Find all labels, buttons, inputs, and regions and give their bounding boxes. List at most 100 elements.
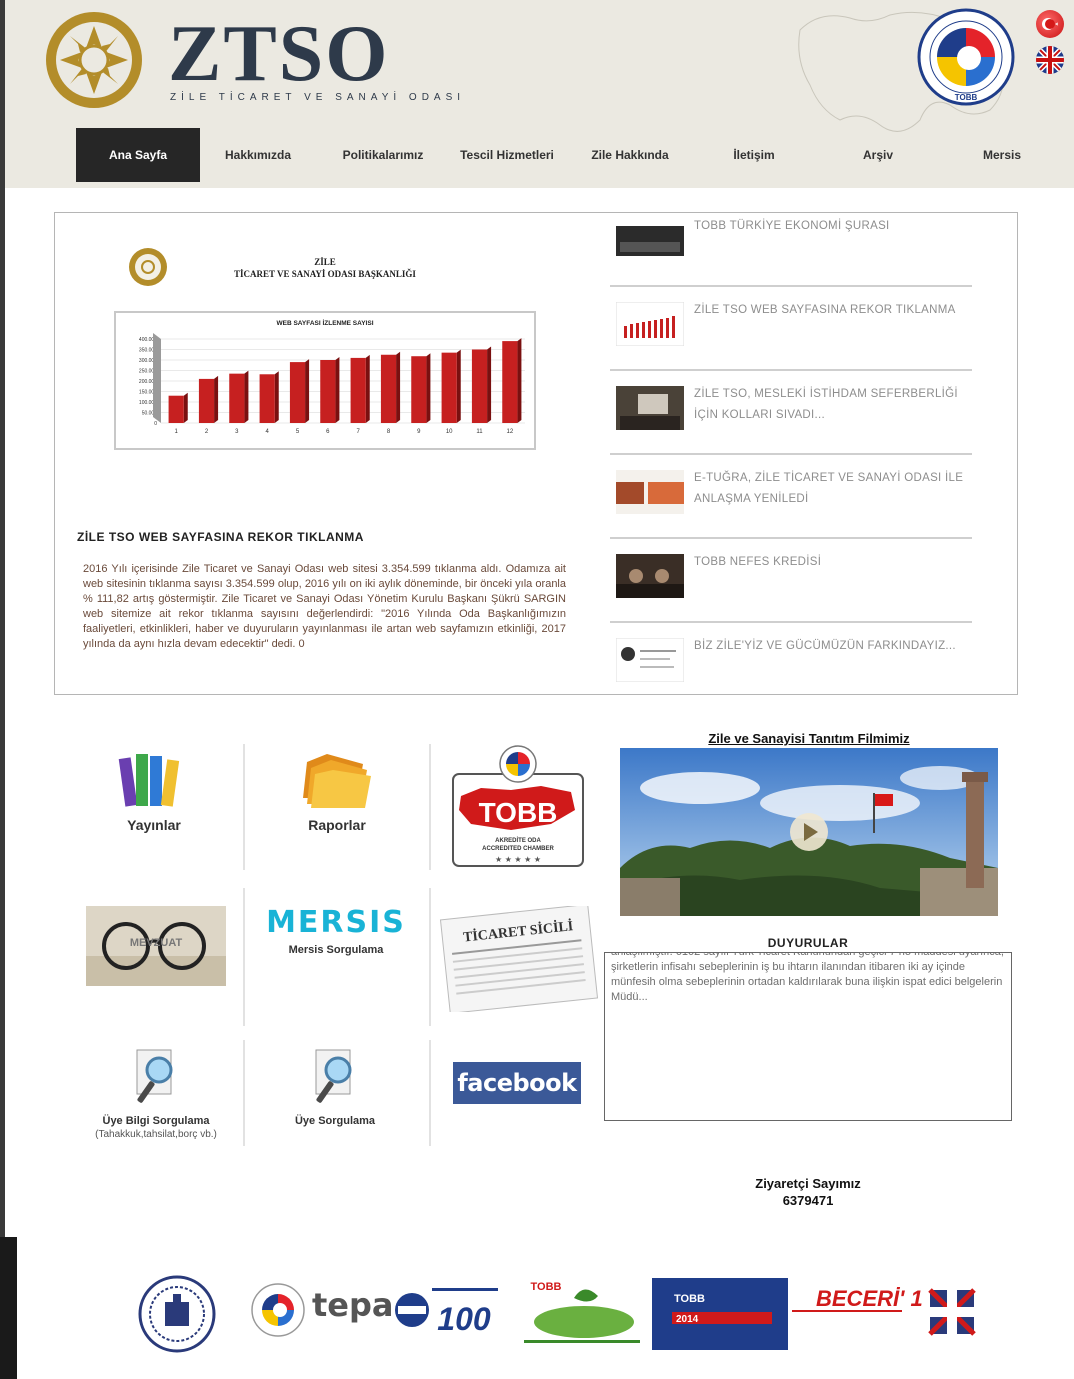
news-divider <box>610 369 972 371</box>
nav-item-zile-hakkinda[interactable]: Zile Hakkında <box>578 128 682 182</box>
chart-bar-side <box>183 392 188 423</box>
books-icon <box>118 754 180 807</box>
uye-sorgulama-label: Üye Sorgulama <box>294 1115 376 1127</box>
chart-bar <box>441 352 457 423</box>
nav-item-tescil-hizmetleri[interactable]: Tescil Hizmetleri <box>446 128 568 182</box>
news-divider <box>610 621 972 623</box>
chart-bar-side <box>517 338 522 423</box>
tile-separator <box>243 1040 245 1146</box>
tobb-tile-sub2: ACCREDITED CHAMBER <box>482 846 554 852</box>
facebook-button[interactable]: facebook <box>453 1062 581 1104</box>
mersis-sorgulama-tile[interactable]: MERSIS Mersis Sorgulama <box>248 905 424 957</box>
chart-bar-side <box>244 370 249 423</box>
document-search-icon <box>136 1049 173 1103</box>
nav-item-mersis[interactable]: Mersis <box>962 128 1042 182</box>
news-list-item[interactable]: E-TUĞRA, ZİLE TİCARET VE SANAYİ ODASI İL… <box>610 464 972 542</box>
ztso-logo-subtitle: ZİLE TİCARET VE SANAYİ ODASI <box>170 92 466 103</box>
nav-item-hakkimizda[interactable]: Hakkımızda <box>208 128 308 182</box>
partner-logo-tobb-green[interactable]: TOBB <box>514 1278 650 1352</box>
nav-item-politikalarimiz[interactable]: Politikalarımız <box>330 128 436 182</box>
news-list-item[interactable]: TOBB NEFES KREDİSİ <box>610 548 972 626</box>
news-thumbnail <box>616 386 684 430</box>
uye-bilgi-sorgulama-tile[interactable]: Üye Bilgi Sorgulama (Tahakkuk,tahsilat,b… <box>76 1046 236 1140</box>
partner-logo-beceri[interactable]: BECERİ' 1 <box>790 1280 980 1340</box>
mersis-logo: MERSIS <box>266 905 406 940</box>
feature-heading-line1: ZİLE <box>314 257 336 267</box>
tile-separator <box>429 744 431 870</box>
news-list-item[interactable]: ZİLE TSO WEB SAYFASINA REKOR TIKLANMA <box>610 296 972 374</box>
chart-x-tick-label: 10 <box>446 429 453 435</box>
chart-title: WEB SAYFASI İZLENME SAYISI <box>276 319 373 327</box>
tile-separator <box>243 888 245 1026</box>
chart-bar <box>411 356 427 423</box>
feature-news-image[interactable]: ZİLE TİCARET VE SANAYİ ODASI BAŞKANLIĞI … <box>105 235 565 465</box>
ticaret-sicili-gazetesi-tile[interactable]: TİCARET SİCİLİ <box>437 906 599 1012</box>
tile-separator <box>429 1040 431 1146</box>
tobb-tile-sub: AKREDİTE ODA <box>495 837 541 844</box>
english-flag-icon[interactable] <box>1036 46 1064 74</box>
tobb-accredited-chamber-logo[interactable]: TOBB AKREDİTE ODA ACCREDITED CHAMBER ★ ★… <box>451 744 585 870</box>
news-thumbnail <box>616 554 684 598</box>
tile-separator <box>429 888 431 1026</box>
chart-x-tick-label: 12 <box>506 429 513 435</box>
news-list-item[interactable]: BİZ ZİLE'YİZ VE GÜCÜMÜZÜN FARKINDAYIZ... <box>610 632 972 710</box>
news-thumbnail <box>616 218 684 262</box>
mevzuat-tile[interactable]: MEVZUAT <box>86 906 226 986</box>
mersis-label: Mersis Sorgulama <box>288 944 384 956</box>
footer-left-band <box>0 1237 17 1379</box>
folders-icon <box>303 754 371 808</box>
chart-y-tick-label: 0 <box>154 421 157 427</box>
chart-bar <box>168 395 184 423</box>
news-title: TOBB NEFES KREDİSİ <box>694 556 822 568</box>
chart-bar-side <box>487 346 492 423</box>
chart-bar-side <box>274 371 279 423</box>
news-title: ZİLE TSO WEB SAYFASINA REKOR TIKLANMA <box>694 304 956 316</box>
raporlar-label: Raporlar <box>308 817 366 833</box>
chart-bar <box>289 362 306 423</box>
chart-bar-side <box>214 375 219 423</box>
news-title: TOBB TÜRKİYE EKONOMİ ŞURASI <box>694 220 890 232</box>
news-thumbnail <box>616 302 684 346</box>
chart-bar-side <box>426 353 431 423</box>
tobb-seal-logo[interactable]: TOBB <box>917 8 1015 106</box>
uye-sorgulama-tile[interactable]: Üye Sorgulama <box>266 1046 404 1127</box>
feature-news-title[interactable]: ZİLE TSO WEB SAYFASINA REKOR TIKLANMA <box>77 530 364 544</box>
nav-item-ana-sayfa[interactable]: Ana Sayfa <box>76 128 200 182</box>
chart-bar <box>350 357 366 423</box>
news-list-item[interactable]: TOBB TÜRKİYE EKONOMİ ŞURASI <box>610 212 972 290</box>
partner-logo-tobb-100[interactable]: 100 <box>392 1282 502 1338</box>
tile-separator <box>243 744 245 870</box>
visitor-label: Ziyaretçi Sayımız <box>755 1176 861 1191</box>
yayinlar-tile[interactable]: Yayınlar <box>88 748 220 833</box>
chart-bar-side <box>396 351 401 423</box>
partner-logo-tobb-2014[interactable]: TOBB 2014 <box>652 1278 788 1350</box>
announcement-text[interactable]: anlaşılmıştır. 6102 sayılı Türk Ticaret … <box>605 953 1011 1005</box>
chart-bar-side <box>335 357 340 423</box>
promo-video-player[interactable] <box>620 748 998 916</box>
ztso-emblem-logo[interactable] <box>42 8 146 112</box>
mevzuat-label: MEVZUAT <box>130 937 183 949</box>
turkish-flag-icon[interactable] <box>1036 10 1064 38</box>
partner-logo-tobb[interactable] <box>250 1282 306 1338</box>
chart-bar-side <box>456 349 461 423</box>
visitor-counter: Ziyaretçi Sayımız 6379471 <box>720 1175 896 1209</box>
partner-logo-municipality[interactable] <box>135 1274 219 1354</box>
chart-bar <box>502 341 518 423</box>
chart-x-tick-label: 11 <box>476 429 483 435</box>
partner-logo-100-text: 100 <box>437 1301 491 1337</box>
news-list-item[interactable]: ZİLE TSO, MESLEKİ İSTİHDAM SEFERBERLİĞİ … <box>610 380 972 458</box>
main-navigation: Ana Sayfa Hakkımızda Politikalarımız Tes… <box>0 128 1074 182</box>
tobb-tile-label: TOBB <box>479 797 558 828</box>
chart-axis-wall <box>153 333 161 423</box>
news-divider <box>610 453 972 455</box>
raporlar-tile[interactable]: Raporlar <box>274 748 400 833</box>
ztso-logo-text[interactable]: ZTSO <box>168 12 389 96</box>
nav-item-arsiv[interactable]: Arşiv <box>842 128 914 182</box>
nav-item-iletisim[interactable]: İletişim <box>712 128 796 182</box>
news-title: ZİLE TSO, MESLEKİ İSTİHDAM SEFERBERLİĞİ … <box>694 388 958 421</box>
page-left-border <box>0 0 5 1379</box>
feature-news-body: 2016 Yılı içerisinde Zile Ticaret ve San… <box>83 563 566 650</box>
announcements-box[interactable]: anlaşılmıştır. 6102 sayılı Türk Ticaret … <box>604 952 1012 1121</box>
chart-bar-side <box>305 359 310 423</box>
video-title[interactable]: Zile ve Sanayisi Tanıtım Filmimiz <box>620 731 998 746</box>
